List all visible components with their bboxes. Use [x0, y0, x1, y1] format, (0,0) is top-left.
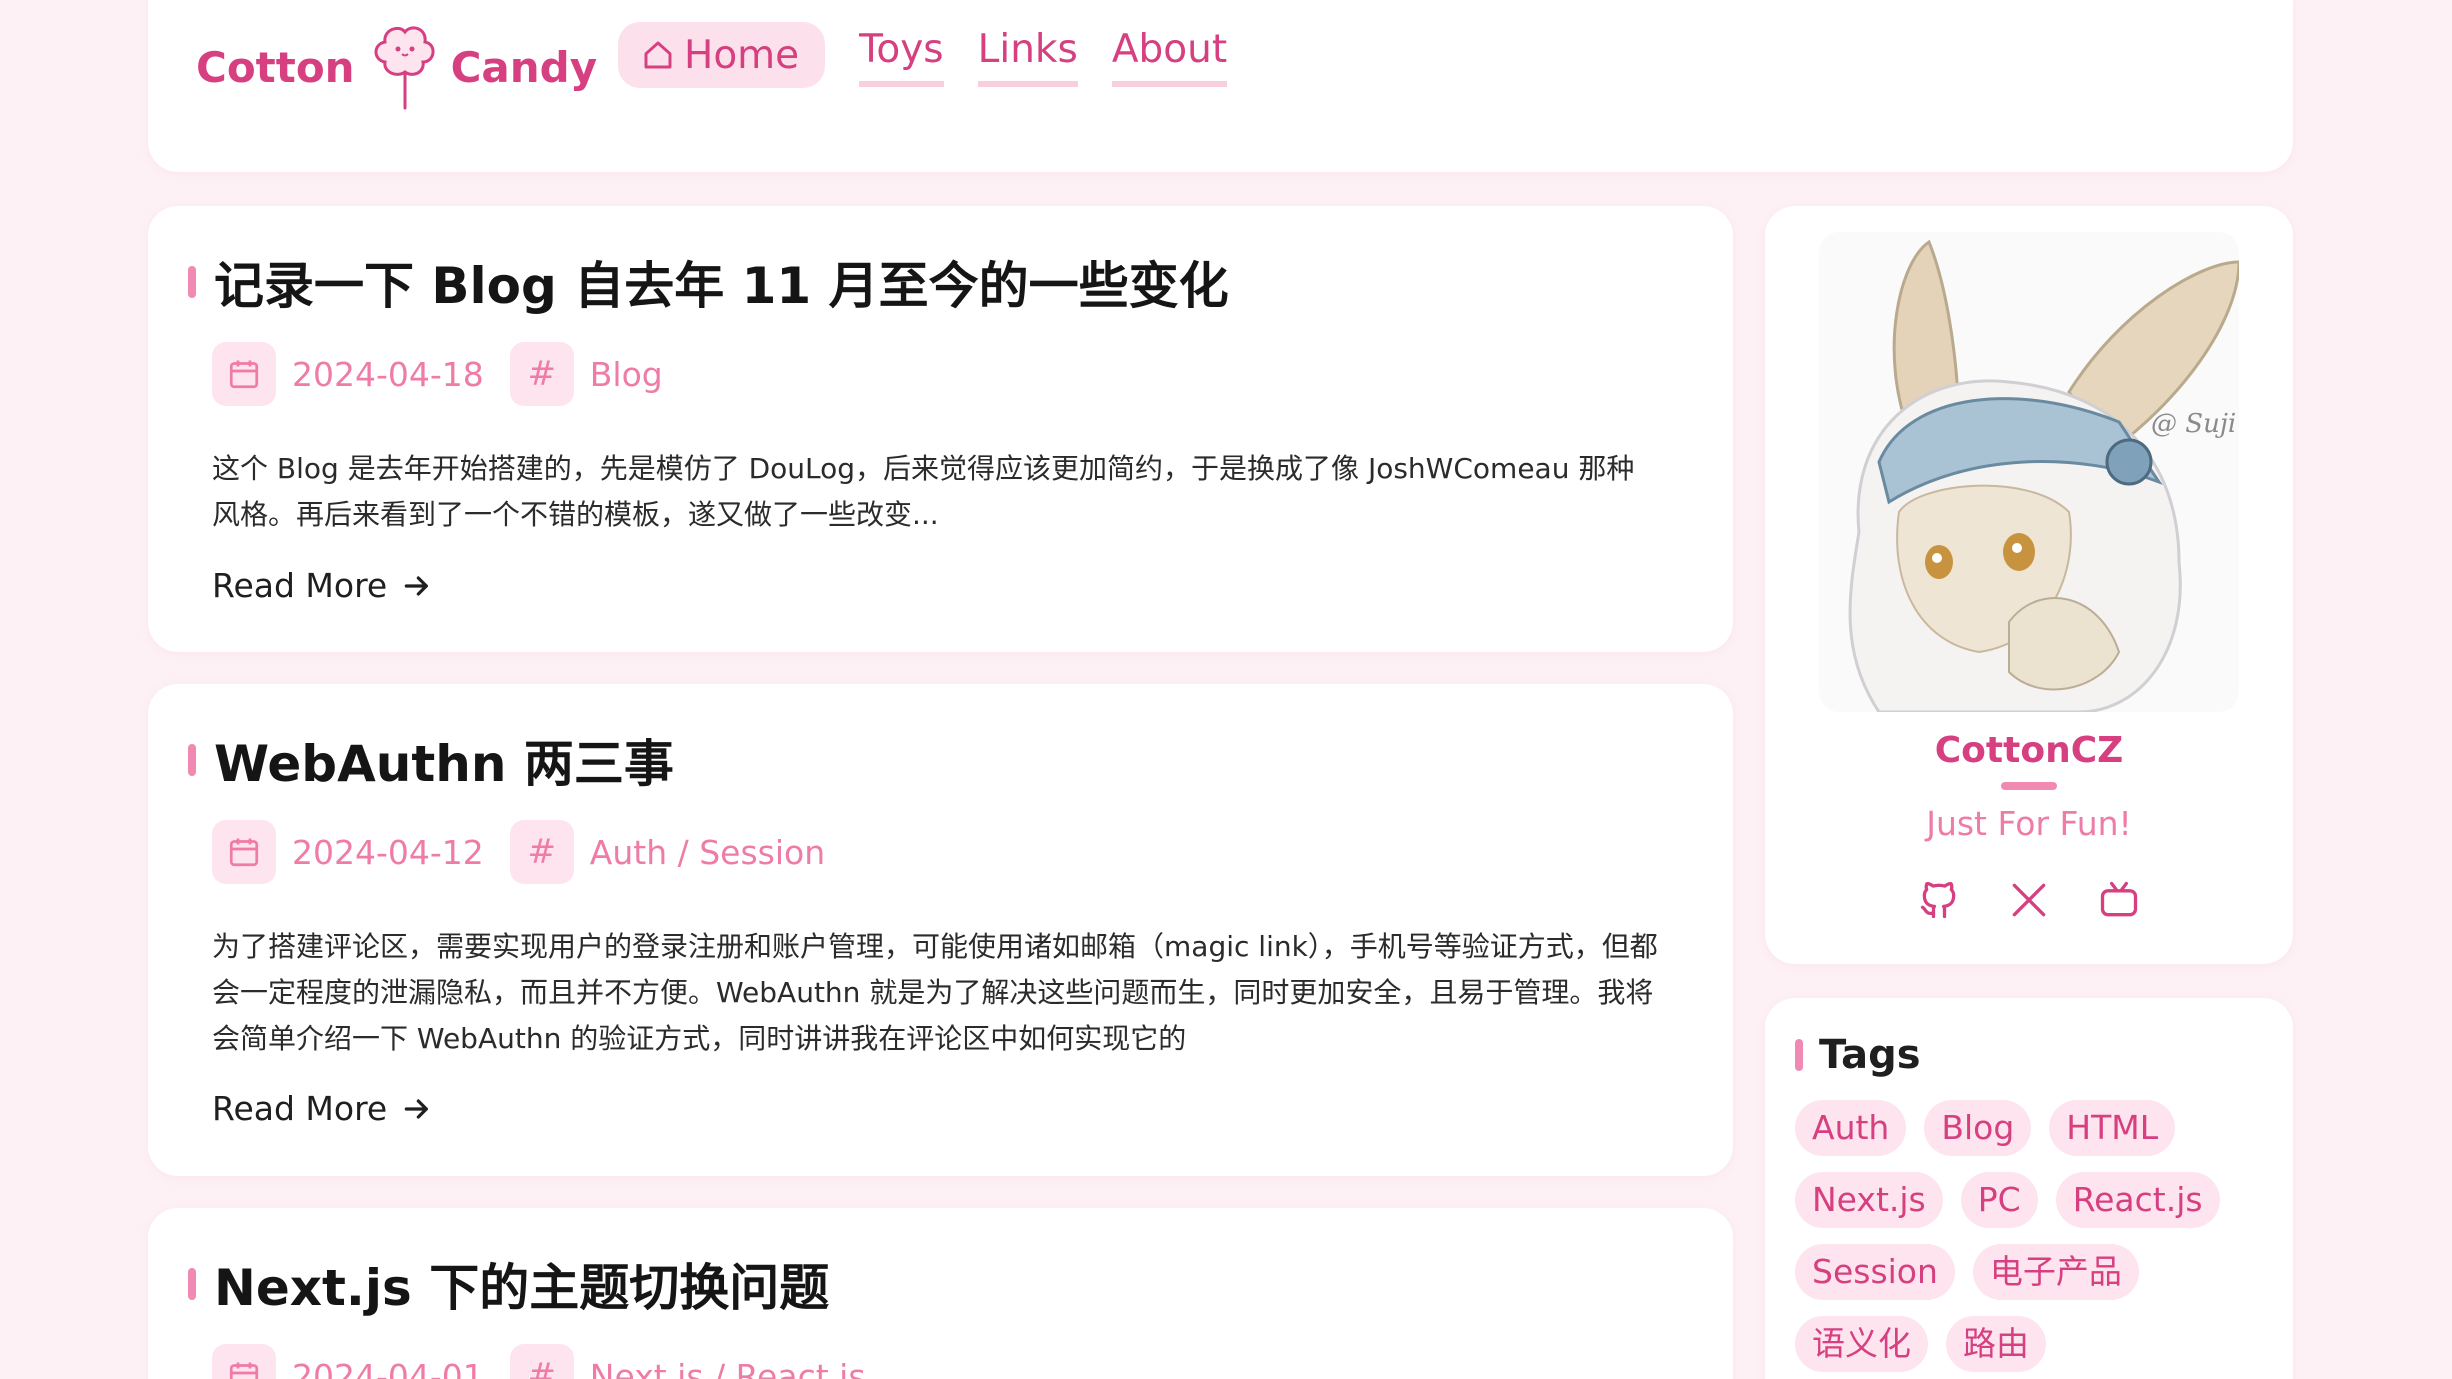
- tags-title: Tags: [1819, 1032, 1921, 1078]
- site-logo[interactable]: Cotton Candy: [196, 22, 597, 112]
- calendar-icon: [212, 1344, 276, 1379]
- tag-pill[interactable]: React.js: [2055, 1172, 2220, 1228]
- tags-header: Tags: [1795, 1032, 1921, 1078]
- avatar: @ Suji: [1819, 232, 2239, 712]
- tag-pill[interactable]: PC: [1960, 1172, 2038, 1228]
- nav-toys[interactable]: Toys: [859, 23, 944, 87]
- arrow-right-icon: [404, 575, 429, 596]
- x-icon[interactable]: [2007, 878, 2051, 922]
- social-links: [1765, 878, 2293, 922]
- post-meta: 2024-04-12 # Auth / Session: [212, 820, 851, 884]
- post-date: 2024-04-01: [292, 1356, 484, 1379]
- post-tags[interactable]: Next.js / React.js: [590, 1357, 866, 1379]
- nav-home[interactable]: Home: [618, 22, 826, 88]
- post-card: 记录一下 Blog 自去年 11 月至今的一些变化 2024-04-18 # B…: [148, 206, 1733, 652]
- tags-accent-bar: [1795, 1039, 1803, 1071]
- calendar-icon: [212, 342, 276, 406]
- arrow-right-icon: [404, 1098, 429, 1119]
- tag-pill[interactable]: Blog: [1924, 1100, 2032, 1156]
- tags-card: Tags Auth Blog HTML Next.js PC React.js …: [1765, 998, 2293, 1379]
- title-accent-bar: [188, 1268, 196, 1300]
- tag-pill[interactable]: Session: [1795, 1244, 1955, 1300]
- tag-pill[interactable]: 语义化: [1795, 1316, 1928, 1372]
- title-accent-bar: [188, 744, 196, 776]
- post-title-row: Next.js 下的主题切换问题: [188, 1248, 829, 1320]
- tag-list: Auth Blog HTML Next.js PC React.js Sessi…: [1795, 1100, 2275, 1372]
- tag-pill[interactable]: Auth: [1795, 1100, 1907, 1156]
- post-meta: 2024-04-01 # Next.js / React.js: [212, 1344, 892, 1379]
- cotton-candy-icon: [374, 26, 435, 110]
- nav-home-label: Home: [684, 32, 800, 78]
- post-tags[interactable]: Auth / Session: [590, 833, 825, 872]
- hash-icon: #: [509, 820, 574, 884]
- tag-pill[interactable]: 路由: [1946, 1316, 2046, 1372]
- post-card: WebAuthn 两三事 2024-04-12 # Auth / Session…: [148, 684, 1733, 1176]
- read-more-label: Read More: [212, 1089, 388, 1128]
- home-icon: [644, 41, 672, 69]
- site-header: Cotton Candy Home Toys Links About: [148, 0, 2293, 172]
- hash-icon: #: [509, 342, 574, 406]
- profile-card: @ Suji CottonCZ Just For Fun!: [1765, 206, 2293, 964]
- github-icon[interactable]: [1917, 878, 1961, 922]
- nav-links[interactable]: Links: [977, 23, 1078, 87]
- main-nav: Home Toys Links About: [618, 22, 1228, 88]
- tag-pill[interactable]: Next.js: [1795, 1172, 1943, 1228]
- post-title-row: 记录一下 Blog 自去年 11 月至今的一些变化: [188, 246, 1229, 318]
- logo-text-right: Candy: [450, 42, 598, 92]
- tag-pill[interactable]: 电子产品: [1972, 1244, 2139, 1300]
- post-date: 2024-04-18: [292, 354, 484, 394]
- post-date: 2024-04-12: [292, 832, 484, 872]
- post-card: Next.js 下的主题切换问题 2024-04-01 # Next.js / …: [148, 1208, 1733, 1379]
- read-more-link[interactable]: Read More: [212, 566, 433, 605]
- post-excerpt: 为了搭建评论区，需要实现用户的登录注册和账户管理，可能使用诸如邮箱（magic …: [212, 930, 1658, 1055]
- read-more-label: Read More: [212, 566, 388, 605]
- hash-icon: #: [509, 1344, 574, 1379]
- post-excerpt: 这个 Blog 是去年开始搭建的，先是模仿了 DouLog，后来觉得应该更加简约…: [212, 452, 1635, 531]
- post-title[interactable]: Next.js 下的主题切换问题: [214, 1248, 829, 1320]
- nav-about[interactable]: About: [1111, 23, 1228, 87]
- bilibili-icon[interactable]: [2097, 878, 2141, 922]
- profile-name-underline: [2001, 782, 2057, 790]
- title-accent-bar: [188, 266, 196, 298]
- profile-motto: Just For Fun!: [1926, 804, 2132, 843]
- logo-text-left: Cotton: [196, 42, 355, 92]
- post-tags[interactable]: Blog: [590, 355, 663, 394]
- avatar-signature: @ Suji: [2151, 409, 2236, 439]
- avatar-illustration: @ Suji: [1819, 232, 2239, 712]
- profile-name: CottonCZ: [1934, 730, 2124, 771]
- post-meta: 2024-04-18 # Blog: [212, 342, 689, 406]
- tag-pill[interactable]: HTML: [2049, 1100, 2176, 1156]
- calendar-icon: [212, 820, 276, 884]
- post-title[interactable]: 记录一下 Blog 自去年 11 月至今的一些变化: [214, 246, 1229, 318]
- post-title[interactable]: WebAuthn 两三事: [214, 724, 674, 796]
- post-title-row: WebAuthn 两三事: [188, 724, 674, 796]
- read-more-link[interactable]: Read More: [212, 1089, 433, 1128]
